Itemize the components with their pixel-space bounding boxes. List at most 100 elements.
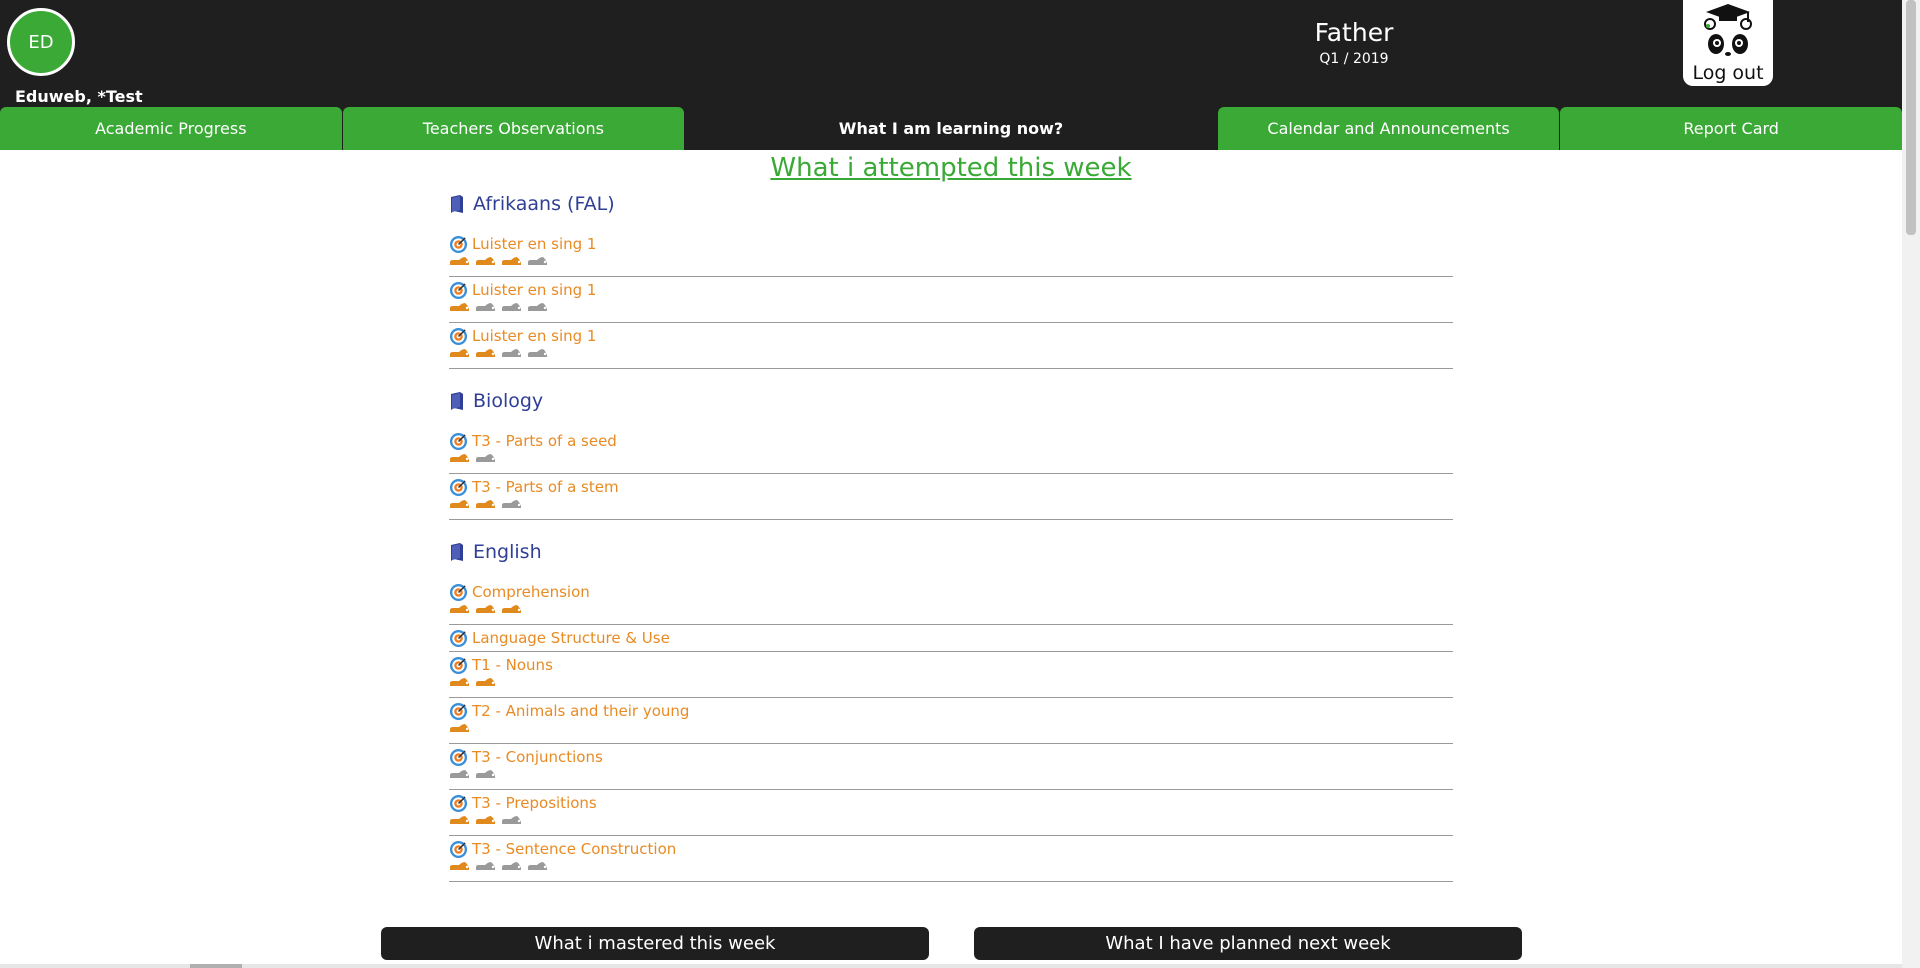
foot-icon-completed (450, 454, 469, 462)
learning-item-link[interactable]: T3 - Parts of a seed (449, 431, 1453, 451)
learning-item-label: T3 - Parts of a stem (472, 478, 619, 496)
tab-calendar-announcements[interactable]: Calendar and Announcements (1217, 107, 1560, 150)
foot-icon-completed (502, 605, 521, 613)
learning-item-label: T1 - Nouns (472, 656, 553, 674)
foot-icon-completed (450, 257, 469, 265)
learning-item-link[interactable]: Language Structure & Use (449, 628, 1453, 648)
learning-item-label: T3 - Prepositions (472, 794, 597, 812)
subject-heading: English (449, 536, 1453, 567)
learning-item-label: Language Structure & Use (472, 629, 670, 647)
target-icon (449, 478, 468, 496)
target-icon (449, 656, 468, 674)
foot-icon-completed (450, 349, 469, 357)
book-icon (451, 542, 463, 561)
learning-item-label: T3 - Conjunctions (472, 748, 603, 766)
subject-spacer (449, 369, 1453, 385)
foot-icon-completed (476, 605, 495, 613)
foot-icon-completed (476, 349, 495, 357)
learning-item: Luister en sing 1 (449, 323, 1453, 369)
target-icon (449, 583, 468, 601)
foot-icon-completed (476, 257, 495, 265)
learning-content: What i attempted this week Afrikaans (FA… (0, 150, 1902, 968)
foot-icon-completed (476, 816, 495, 824)
learning-item-link[interactable]: T3 - Conjunctions (449, 747, 1453, 767)
subject-title: Biology (473, 389, 544, 412)
progress-feet (449, 723, 1453, 737)
learning-item-link[interactable]: T2 - Animals and their young (449, 701, 1453, 721)
target-icon (449, 235, 468, 253)
target-icon (449, 327, 468, 345)
learning-item-link[interactable]: T3 - Sentence Construction (449, 839, 1453, 859)
target-icon (449, 748, 468, 766)
panda-graduate-icon (1704, 4, 1752, 56)
target-icon (449, 840, 468, 858)
avatar[interactable]: ED (7, 8, 75, 76)
foot-icon-pending (476, 862, 495, 870)
target-icon (449, 281, 468, 299)
subject-heading: Biology (449, 385, 1453, 416)
horizontal-scrollbar-thumb[interactable] (190, 964, 242, 968)
foot-icon-pending (476, 454, 495, 462)
learning-item-label: Comprehension (472, 583, 590, 601)
logout-label: Log out (1692, 62, 1764, 84)
learning-item-link[interactable]: T1 - Nouns (449, 655, 1453, 675)
progress-feet (449, 677, 1453, 691)
foot-icon-pending (528, 862, 547, 870)
learning-item-link[interactable]: Luister en sing 1 (449, 234, 1453, 254)
learning-item: Luister en sing 1 (449, 277, 1453, 323)
learning-item: Luister en sing 1 (449, 231, 1453, 277)
subject-spacer (449, 520, 1453, 536)
progress-feet (449, 256, 1453, 270)
learning-item-label: Luister en sing 1 (472, 281, 597, 299)
planned-next-week-button[interactable]: What I have planned next week (974, 927, 1522, 960)
learning-item: T2 - Animals and their young (449, 698, 1453, 744)
learning-item: Language Structure & Use (449, 625, 1453, 652)
foot-icon-pending (502, 303, 521, 311)
tab-teachers-observations[interactable]: Teachers Observations (342, 107, 685, 150)
foot-icon-pending (502, 500, 521, 508)
foot-icon-completed (450, 862, 469, 870)
foot-icon-pending (502, 349, 521, 357)
learning-item-link[interactable]: Luister en sing 1 (449, 280, 1453, 300)
foot-icon-pending (502, 862, 521, 870)
foot-icon-completed (450, 605, 469, 613)
target-icon (449, 702, 468, 720)
learning-item-link[interactable]: T3 - Parts of a stem (449, 477, 1453, 497)
foot-icon-completed (476, 678, 495, 686)
subject-heading: Afrikaans (FAL) (449, 188, 1453, 219)
learning-item-label: Luister en sing 1 (472, 327, 597, 345)
foot-icon-pending (476, 770, 495, 778)
progress-feet (449, 815, 1453, 829)
foot-icon-pending (528, 257, 547, 265)
learning-item-link[interactable]: T3 - Prepositions (449, 793, 1453, 813)
attempted-heading-link[interactable]: What i attempted this week (0, 153, 1902, 183)
mastered-this-week-button[interactable]: What i mastered this week (381, 927, 929, 960)
subject-title: English (473, 540, 542, 563)
learning-item: T3 - Conjunctions (449, 744, 1453, 790)
learning-item-link[interactable]: Luister en sing 1 (449, 326, 1453, 346)
logout-button[interactable]: Log out (1683, 0, 1773, 86)
term-label: Q1 / 2019 (1319, 51, 1389, 67)
learning-item-label: T3 - Parts of a seed (472, 432, 617, 450)
learning-item: T3 - Prepositions (449, 790, 1453, 836)
progress-feet (449, 861, 1453, 875)
book-icon (451, 194, 463, 213)
progress-feet (449, 453, 1453, 467)
learning-item: T3 - Parts of a stem (449, 474, 1453, 520)
vertical-scrollbar-thumb[interactable] (1906, 0, 1916, 235)
progress-feet (449, 499, 1453, 513)
tab-report-card[interactable]: Report Card (1560, 107, 1902, 150)
tab-academic-progress[interactable]: Academic Progress (0, 107, 342, 150)
progress-feet (449, 769, 1453, 783)
target-icon (449, 794, 468, 812)
progress-feet (449, 302, 1453, 316)
progress-feet (449, 348, 1453, 362)
foot-icon-completed (450, 816, 469, 824)
horizontal-scrollbar[interactable] (0, 964, 1902, 968)
tab-what-i-am-learning[interactable]: What I am learning now? (685, 107, 1217, 150)
learning-item-link[interactable]: Comprehension (449, 582, 1453, 602)
vertical-scrollbar[interactable] (1902, 0, 1920, 968)
learning-item-label: T2 - Animals and their young (472, 702, 690, 720)
foot-icon-pending (476, 303, 495, 311)
foot-icon-completed (450, 500, 469, 508)
